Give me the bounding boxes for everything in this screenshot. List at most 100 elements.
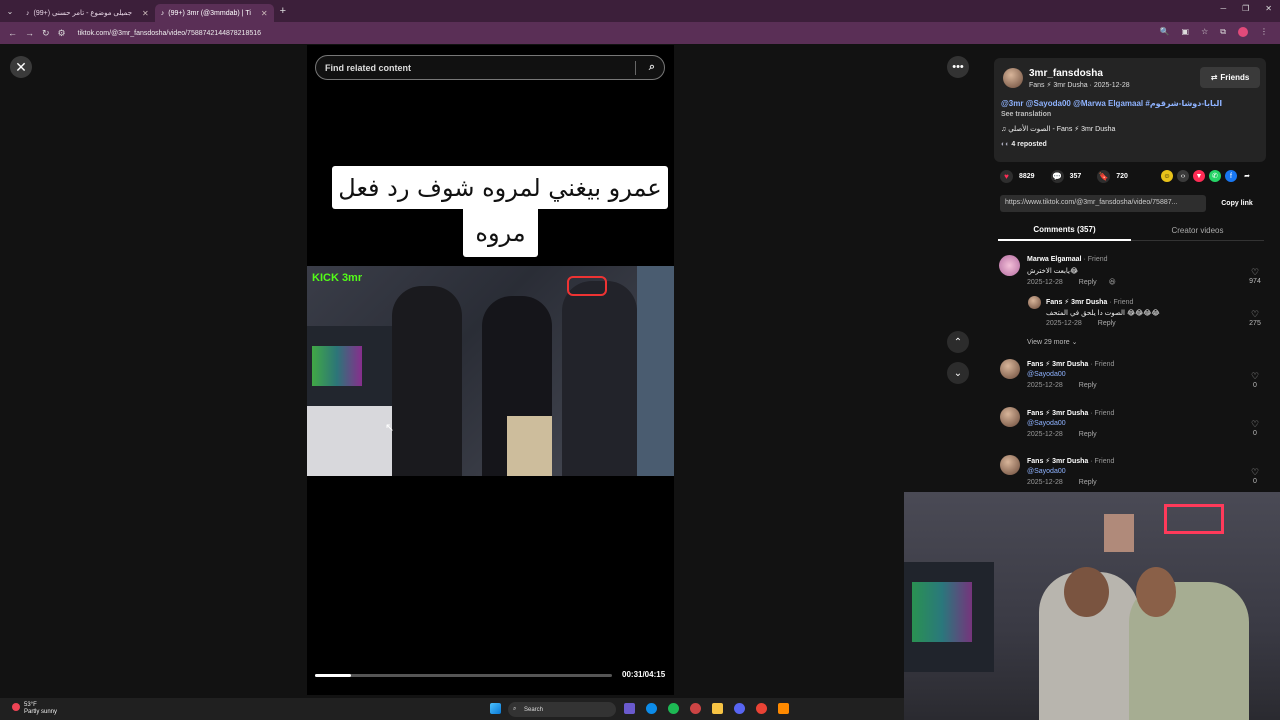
comment-author[interactable]: Fans ⚡ 3mr Dusha · Friend xyxy=(1027,360,1114,368)
comment-meta: 2025-12-28 Reply 😆 xyxy=(1027,278,1116,286)
share-link-field[interactable]: https://www.tiktok.com/@3mr_fansdosha/vi… xyxy=(1000,195,1206,212)
close-video-button[interactable]: ✕ xyxy=(10,56,32,78)
tab-creator-videos[interactable]: Creator videos xyxy=(1131,220,1264,241)
comment-author-name: Fans ⚡ 3mr Dusha xyxy=(1027,361,1089,368)
share-arrow-icon[interactable]: ➦ xyxy=(1241,170,1253,182)
comment-like[interactable]: ♡ 0 xyxy=(1246,467,1264,485)
video-description[interactable]: @3mr @Sayoda00 @Marwa Elgamaal #البابا-د… xyxy=(1001,99,1222,108)
menu-dots-icon[interactable]: ⋮ xyxy=(1260,27,1268,37)
friends-button[interactable]: ⇄ Friends xyxy=(1200,67,1260,88)
minimize-icon[interactable]: ─ xyxy=(1220,4,1226,13)
send-icon[interactable]: ▼ xyxy=(1193,170,1205,182)
weather-widget[interactable]: 53°F Partly sunny xyxy=(10,702,57,716)
comment-like[interactable]: ♡ 275 xyxy=(1246,309,1264,327)
comment-text: يابعت الاخترش😂 xyxy=(1027,268,1079,275)
reply-button[interactable]: Reply xyxy=(1079,279,1097,286)
extensions-icon[interactable]: ⧉ xyxy=(1220,27,1226,37)
bookmark-star-icon[interactable]: ☆ xyxy=(1201,27,1208,37)
search-divider xyxy=(635,61,636,75)
close-window-icon[interactable]: ✕ xyxy=(1265,4,1272,13)
close-tab-icon[interactable]: ✕ xyxy=(142,9,149,18)
discord-icon[interactable] xyxy=(734,703,745,714)
comment-author[interactable]: Fans ⚡ 3mr Dusha · Friend xyxy=(1027,409,1114,417)
more-options-button[interactable]: ••• xyxy=(947,56,969,78)
comment-like[interactable]: ♡ 0 xyxy=(1246,419,1264,437)
heart-icon[interactable]: ♥ xyxy=(1000,170,1013,183)
comment-mention[interactable]: @Sayoda00 xyxy=(1027,468,1066,475)
comment-author[interactable]: Fans ⚡ 3mr Dusha · Friend xyxy=(1046,298,1133,306)
new-tab-button[interactable]: + xyxy=(280,5,286,17)
tiktok-icon: ♪ xyxy=(26,9,30,17)
commenter-avatar[interactable] xyxy=(1000,455,1020,475)
comment-like[interactable]: ♡ 0 xyxy=(1246,371,1264,389)
comment-mention[interactable]: @Sayoda00 xyxy=(1027,420,1066,427)
author-username[interactable]: 3mr_fansdosha xyxy=(1029,68,1103,79)
whatsapp-icon[interactable]: ✆ xyxy=(1209,170,1221,182)
friend-tag: · Friend xyxy=(1109,299,1134,306)
search-icon[interactable]: ⌕ xyxy=(649,61,655,74)
like-count: 275 xyxy=(1249,320,1261,327)
wall-shelf-shape xyxy=(637,266,674,476)
cast-icon[interactable]: ▣ xyxy=(1182,27,1190,37)
reply-button[interactable]: Reply xyxy=(1079,382,1097,389)
maximize-icon[interactable]: ❐ xyxy=(1242,4,1249,13)
browser-tab-active[interactable]: ♪ (99+) 3mr (@3mmdab) | Ti ✕ xyxy=(154,4,274,22)
edge-icon[interactable] xyxy=(646,703,657,714)
facebook-icon[interactable]: f xyxy=(1225,170,1237,182)
video-progress-track[interactable] xyxy=(315,674,612,677)
person-center-pants-shape xyxy=(507,416,552,476)
author-avatar[interactable] xyxy=(1003,68,1023,88)
app-icon[interactable] xyxy=(690,703,701,714)
coin-icon[interactable]: ☺ xyxy=(1161,170,1173,182)
comment-date: 2025-12-28 xyxy=(1046,320,1082,327)
url-field[interactable]: tiktok.com/@3mr_fansdosha/video/75887421… xyxy=(78,30,261,37)
video-frame[interactable] xyxy=(307,266,674,476)
tab-comments[interactable]: Comments (357) xyxy=(998,220,1131,241)
close-tab-icon[interactable]: ✕ xyxy=(261,9,268,18)
spotify-icon[interactable] xyxy=(668,703,679,714)
neon-logo-shape xyxy=(567,276,607,296)
comment-icon[interactable]: 💬 xyxy=(1050,170,1064,183)
copilot-icon[interactable] xyxy=(624,703,635,714)
reposted-count[interactable]: ◐◐ 4 reposted xyxy=(1001,141,1047,148)
search-input[interactable]: Find related content ⌕ xyxy=(315,55,665,80)
view-more-replies[interactable]: View 29 more ⌄ xyxy=(1027,338,1077,346)
commenter-avatar[interactable] xyxy=(999,255,1020,276)
forward-icon[interactable]: → xyxy=(25,28,34,38)
copy-link-button[interactable]: Copy link xyxy=(1212,195,1262,212)
commenter-avatar[interactable] xyxy=(1028,296,1041,309)
reload-icon[interactable]: ↻ xyxy=(42,28,50,39)
bookmark-icon[interactable]: 🔖 xyxy=(1097,170,1111,183)
music-link[interactable]: ♫ الصوت الأصلي - Fans ⚡ 3mr Dusha xyxy=(1001,125,1115,133)
chrome-icon[interactable] xyxy=(756,703,767,714)
commenter-avatar[interactable] xyxy=(1000,359,1020,379)
search-placeholder: Find related content xyxy=(325,62,412,73)
taskbar-search[interactable]: ⌕ Search xyxy=(508,702,616,717)
comment-mention[interactable]: @Sayoda00 xyxy=(1027,371,1066,378)
comment-author[interactable]: Marwa Elgamaal · Friend xyxy=(1027,256,1108,263)
comment-like[interactable]: ♡ 974 xyxy=(1246,267,1264,285)
commenter-avatar[interactable] xyxy=(1000,407,1020,427)
reply-button[interactable]: Reply xyxy=(1098,320,1116,327)
browser-tab-bar: ⌄ ♪ (99+) جمیلی موضوع - تامر حسنی ✕ ♪ (9… xyxy=(0,0,1280,22)
app-icon[interactable] xyxy=(778,703,789,714)
site-info-icon[interactable]: ⚙ xyxy=(58,28,66,39)
webcam-overlay xyxy=(904,492,1280,720)
reply-button[interactable]: Reply xyxy=(1079,479,1097,486)
file-explorer-icon[interactable] xyxy=(712,703,723,714)
windows-start-icon[interactable] xyxy=(490,703,501,714)
previous-video-button[interactable]: ⌃ xyxy=(947,331,969,353)
browser-tab[interactable]: ♪ (99+) جمیلی موضوع - تامر حسنی ✕ xyxy=(20,4,155,22)
embed-icon[interactable]: ‹› xyxy=(1177,170,1189,182)
comment-author[interactable]: Fans ⚡ 3mr Dusha · Friend xyxy=(1027,457,1114,465)
reply-button[interactable]: Reply xyxy=(1079,431,1097,438)
next-video-button[interactable]: ⌄ xyxy=(947,362,969,384)
tab-list-icon[interactable]: ⌄ xyxy=(0,7,20,16)
see-translation-link[interactable]: See translation xyxy=(1001,111,1051,118)
comment-date: 2025-12-28 xyxy=(1027,279,1063,286)
back-icon[interactable]: ← xyxy=(8,28,17,38)
profile-avatar[interactable] xyxy=(1238,27,1248,37)
zoom-icon[interactable]: 🔍 xyxy=(1160,27,1170,37)
share-icons: ☺ ‹› ▼ ✆ f ➦ xyxy=(1161,170,1253,182)
weather-temp: 53°F xyxy=(24,702,37,708)
